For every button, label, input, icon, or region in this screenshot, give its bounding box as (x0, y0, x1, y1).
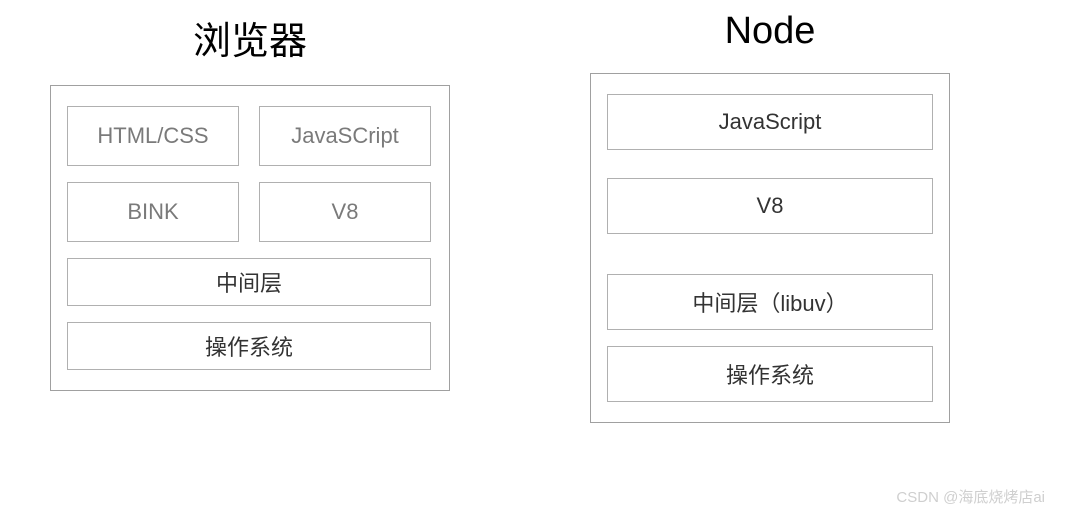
watermark-text: CSDN @海底烧烤店ai (896, 486, 1045, 507)
browser-outer-box: HTML/CSS JavaSCript BINK V8 中间层 操作系统 (50, 85, 450, 391)
node-os-box: 操作系统 (607, 346, 933, 402)
browser-v8-box: V8 (259, 182, 431, 242)
browser-middle-layer-box: 中间层 (67, 258, 431, 306)
browser-html-css-box: HTML/CSS (67, 106, 239, 166)
node-column: Node JavaScript V8 中间层（libuv） 操作系统 (590, 10, 950, 423)
node-outer-box: JavaScript V8 中间层（libuv） 操作系统 (590, 73, 950, 423)
browser-javascript-box: JavaSCript (259, 106, 431, 166)
node-middle-layer-box: 中间层（libuv） (607, 274, 933, 330)
node-title: Node (725, 10, 816, 53)
browser-bink-box: BINK (67, 182, 239, 242)
node-javascript-box: JavaScript (607, 94, 933, 150)
node-v8-box: V8 (607, 178, 933, 234)
browser-title: 浏览器 (193, 10, 307, 65)
browser-column: 浏览器 HTML/CSS JavaSCript BINK V8 中间层 操作系统 (50, 10, 450, 423)
browser-os-box: 操作系统 (67, 322, 431, 370)
